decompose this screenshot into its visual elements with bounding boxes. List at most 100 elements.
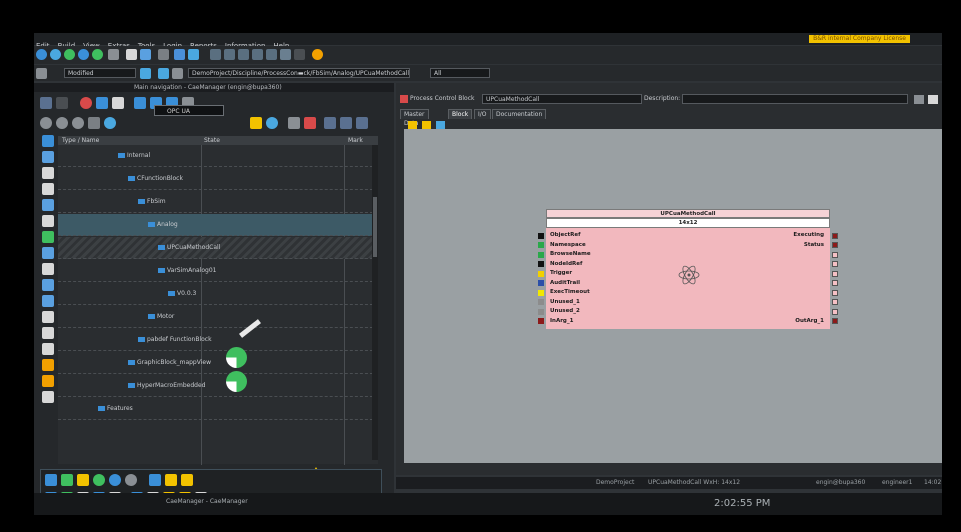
path-select[interactable]: DemoProject/Discipline/ProcessCon▬ck/FbS…	[188, 68, 410, 78]
pcb-name-field[interactable]: UPCuaMethodCall	[482, 94, 642, 104]
tree-row[interactable]: VarSimAnalog01	[58, 260, 378, 282]
input-pin[interactable]	[538, 318, 544, 324]
input-pin[interactable]	[538, 270, 544, 277]
status-green-icon[interactable]	[64, 49, 75, 60]
mode-select[interactable]: Modified	[64, 68, 136, 78]
magnify-icon[interactable]	[324, 117, 336, 129]
input-pin[interactable]	[538, 261, 544, 267]
status-blue-icon[interactable]	[78, 49, 89, 60]
copy-icon[interactable]	[140, 49, 151, 60]
input-pin[interactable]	[538, 280, 544, 286]
column-header-state[interactable]: State	[204, 136, 220, 145]
zoom-in-icon[interactable]	[340, 117, 352, 129]
tree-row[interactable]: Internal	[58, 145, 378, 167]
car-icon[interactable]	[108, 49, 119, 60]
pencil-icon[interactable]	[77, 474, 89, 486]
tree-row[interactable]: FbSim	[58, 191, 378, 213]
scroll-thumb[interactable]	[373, 197, 377, 257]
filter-icon[interactable]	[149, 474, 161, 486]
input-pin[interactable]	[538, 308, 544, 315]
tab-master-data[interactable]: Master Data	[400, 109, 429, 127]
tree-row[interactable]: V0.0.3	[58, 283, 378, 305]
module-icon[interactable]	[42, 295, 54, 307]
document-icon[interactable]	[42, 343, 54, 355]
list-icon[interactable]	[56, 97, 68, 109]
tree-row[interactable]: pabdef FunctionBlock	[58, 329, 378, 351]
input-pin[interactable]	[538, 242, 544, 248]
tab-documentation[interactable]: Documentation	[492, 109, 547, 119]
module-icon[interactable]	[42, 231, 54, 243]
search-icon[interactable]	[126, 49, 137, 60]
filter-select[interactable]: All	[430, 68, 490, 78]
cabinet-icon[interactable]	[42, 167, 54, 179]
target-icon[interactable]	[104, 117, 116, 129]
db-icon[interactable]	[158, 68, 169, 79]
module-icon[interactable]	[42, 151, 54, 163]
close-icon[interactable]	[928, 95, 938, 104]
close-icon[interactable]	[88, 117, 100, 129]
back-icon[interactable]	[36, 49, 47, 60]
filter-icon[interactable]	[42, 135, 54, 147]
output-pin[interactable]	[832, 308, 838, 315]
db-icon[interactable]	[172, 68, 183, 79]
cabinet-icon[interactable]	[42, 391, 54, 403]
tab-block[interactable]: Block	[448, 109, 473, 119]
input-pin[interactable]	[538, 299, 544, 305]
module-icon[interactable]	[42, 375, 54, 387]
edit-icon[interactable]	[288, 117, 300, 129]
tree-row[interactable]: Features	[58, 398, 378, 420]
minus-icon[interactable]	[61, 474, 73, 486]
tree-row[interactable]: HyperMacroEmbedded	[58, 375, 378, 397]
pie-icon[interactable]	[109, 474, 121, 486]
output-pin[interactable]	[832, 251, 838, 258]
description-field[interactable]	[682, 94, 908, 104]
search-input[interactable]: OPC UA	[154, 105, 224, 116]
zoom-fit-icon[interactable]	[72, 117, 84, 129]
tab-io[interactable]: I/O	[474, 109, 491, 119]
br-icon[interactable]	[294, 49, 305, 60]
view-icon[interactable]	[252, 49, 263, 60]
zoom-out-icon[interactable]	[356, 117, 368, 129]
pencil-icon[interactable]	[250, 117, 262, 129]
zoom-in-icon[interactable]	[40, 117, 52, 129]
tree-row[interactable]: Motor	[58, 306, 378, 328]
settings-icon[interactable]	[266, 117, 278, 129]
monitor-icon[interactable]	[140, 68, 151, 79]
output-pin[interactable]	[832, 232, 838, 239]
module-icon[interactable]	[42, 279, 54, 291]
output-pin[interactable]	[832, 299, 838, 305]
input-pin[interactable]	[538, 289, 544, 296]
view-icon[interactable]	[224, 49, 235, 60]
column-header-mark[interactable]: Mark	[348, 136, 363, 145]
pin-icon[interactable]	[80, 97, 92, 109]
help-icon[interactable]	[312, 49, 323, 60]
output-pin[interactable]	[832, 242, 838, 248]
output-pin[interactable]	[832, 280, 838, 286]
taskbar-app[interactable]: CaeManager - CaeManager	[166, 497, 248, 507]
flag-icon[interactable]	[188, 49, 199, 60]
document-icon[interactable]	[42, 311, 54, 323]
grid-icon[interactable]	[40, 97, 52, 109]
expand-icon[interactable]	[914, 95, 924, 104]
cabinet-icon[interactable]	[42, 215, 54, 227]
input-pin[interactable]	[538, 232, 544, 239]
pie-icon[interactable]	[93, 474, 105, 486]
block-canvas[interactable]: UPCuaMethodCall 14x12 ObjectRef Namespace…	[404, 129, 942, 463]
filter-icon[interactable]	[45, 474, 57, 486]
tree-row[interactable]: Analog	[58, 214, 378, 236]
output-pin[interactable]	[832, 318, 838, 324]
tree-scrollbar[interactable]	[372, 145, 378, 460]
exclamation-icon[interactable]	[165, 474, 177, 486]
play-icon[interactable]	[96, 97, 108, 109]
tree-row[interactable]: GraphicBlock_mappView	[58, 352, 378, 374]
document-icon[interactable]	[42, 327, 54, 339]
view-icon[interactable]	[238, 49, 249, 60]
module-icon[interactable]	[42, 199, 54, 211]
tree-row[interactable]: UPCuaMethodCall	[58, 237, 378, 259]
star-icon[interactable]	[280, 49, 291, 60]
tree-row[interactable]: CFunctionBlock	[58, 168, 378, 190]
exclamation-icon[interactable]	[181, 474, 193, 486]
output-pin[interactable]	[832, 289, 838, 296]
check-icon[interactable]	[174, 49, 185, 60]
tree-icon[interactable]	[158, 49, 169, 60]
